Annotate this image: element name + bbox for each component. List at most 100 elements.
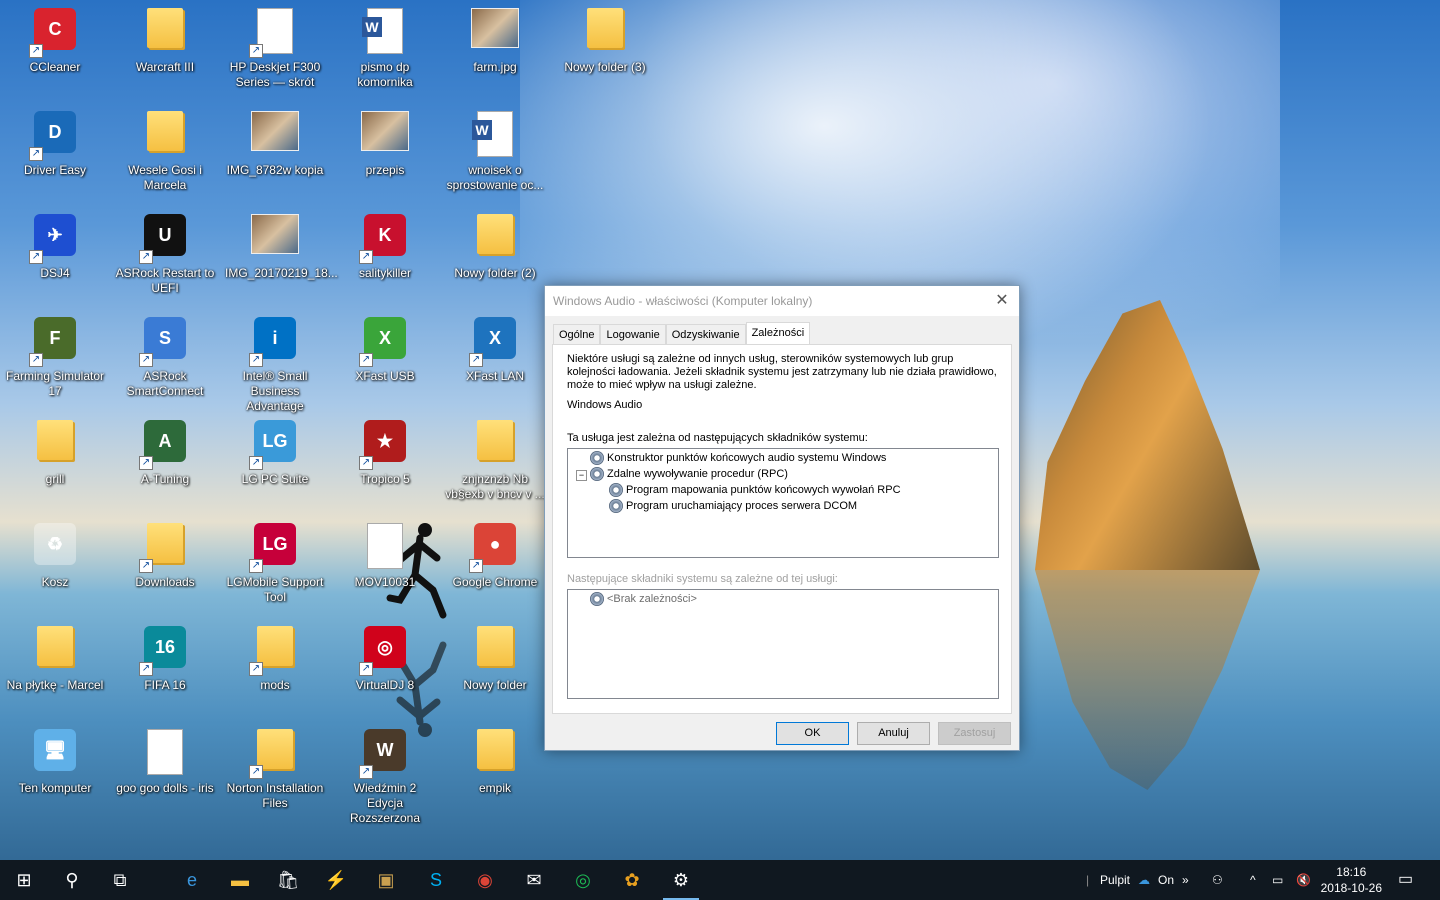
picasa-icon[interactable]: ✿	[608, 860, 656, 900]
desktop-icon[interactable]: K ↗ salitykiller	[333, 208, 437, 304]
game-icon[interactable]: ▣	[362, 860, 410, 900]
desktop-icon[interactable]: ★ ↗ Tropico 5	[333, 414, 437, 510]
depends-on-tree[interactable]: Konstruktor punktów końcowych audio syst…	[567, 448, 999, 558]
word-document-icon-shape	[472, 111, 513, 157]
people-icon[interactable]: ⚇	[1212, 860, 1223, 900]
desktop-icon-label: przepis	[365, 163, 405, 177]
desktop-icon[interactable]: C ↗ CCleaner	[3, 2, 107, 98]
clock[interactable]: 18:16 2018-10-26	[1321, 864, 1382, 896]
desktop-toolbar-label[interactable]: Pulpit	[1100, 860, 1130, 900]
tab-recovery[interactable]: Odzyskiwanie	[665, 324, 746, 345]
desktop-icon[interactable]: X ↗ XFast USB	[333, 311, 437, 407]
desktop-icon[interactable]: IMG_20170219_18...	[223, 208, 338, 304]
desktop-icon[interactable]: Warcraft III	[113, 2, 217, 98]
desktop-icon[interactable]: Na płytkę - Marcel	[3, 620, 107, 716]
desktop-icon[interactable]: 16 ↗ FIFA 16	[113, 620, 217, 716]
shortcut-arrow-icon: ↗	[249, 559, 263, 573]
desktop-icon[interactable]: ↗ Downloads	[113, 517, 217, 613]
desktop-icon[interactable]: pismo dp komornika	[333, 2, 437, 98]
desktop-icon[interactable]: MOV10031	[333, 517, 437, 613]
folder-icon	[141, 111, 189, 159]
desktop-icon-label: mods	[260, 678, 290, 692]
desktop-icon[interactable]: ↗ Norton Installation Files	[223, 723, 327, 819]
action-center-icon[interactable]: ▭	[1398, 860, 1413, 900]
desktop-icon[interactable]: empik	[443, 723, 547, 819]
desktop-icon[interactable]: LG ↗ LG PC Suite	[223, 414, 327, 510]
tree-node[interactable]: <Brak zależności>	[590, 591, 697, 607]
close-icon[interactable]: ✕	[985, 286, 1019, 316]
desktop-icon[interactable]: Nowy folder	[443, 620, 547, 716]
desktop-icon[interactable]: W ↗ Wiedźmin 2 Edycja Rozszerzona	[333, 723, 437, 825]
desktop-icon-label: HP Deskjet F300 Series — skrót	[229, 60, 321, 89]
task-view-icon[interactable]: ⧉	[96, 860, 144, 900]
tree-node[interactable]: Program uruchamiający proces serwera DCO…	[609, 498, 857, 514]
desktop-icon[interactable]: Nowy folder (3)	[553, 2, 657, 98]
desktop-icon[interactable]: U ↗ ASRock Restart to UEFI	[113, 208, 217, 304]
desktop-icon-label: Wiedźmin 2 Edycja Rozszerzona	[349, 781, 421, 825]
chrome-icon[interactable]: ◉	[461, 860, 509, 900]
desktop-icon[interactable]: ✈ ↗ DSJ4	[3, 208, 107, 304]
document-icon	[141, 729, 189, 777]
chevron-right-icon[interactable]: »	[1182, 860, 1189, 900]
tab-logon[interactable]: Logowanie	[600, 324, 666, 345]
desktop-icon[interactable]: i ↗ Intel® Small Business Advantage	[223, 311, 327, 413]
desktop-icon[interactable]: wnoisek o sprostowanie oc...	[443, 105, 547, 201]
chevron-up-icon[interactable]: ^	[1250, 860, 1256, 900]
desktop-icon-label: Tropico 5	[360, 472, 410, 486]
desktop-icon[interactable]: grill	[3, 414, 107, 510]
apply-button[interactable]: Zastosuj	[938, 722, 1011, 745]
edge-icon[interactable]: e	[168, 860, 216, 900]
desktop-icon-label: Downloads	[135, 575, 195, 589]
file-explorer-icon[interactable]: ▬	[216, 860, 264, 900]
spotify-icon[interactable]: ◎	[559, 860, 607, 900]
desktop-icon[interactable]: S ↗ ASRock SmartConnect	[113, 311, 217, 407]
start-icon[interactable]: ⊞	[0, 860, 48, 900]
app-icon: U ↗	[139, 214, 189, 264]
tab-general[interactable]: Ogólne	[553, 324, 601, 345]
settings-icon[interactable]: ⚙	[657, 860, 705, 900]
onedrive-label[interactable]: On	[1158, 860, 1174, 900]
tab-dependencies[interactable]: Zależności	[745, 322, 811, 345]
skype-icon[interactable]: S	[412, 860, 460, 900]
image-file-icon	[251, 111, 299, 159]
onedrive-icon[interactable]: ☁	[1138, 860, 1150, 900]
desktop-icon[interactable]: ◎ ↗ VirtualDJ 8	[333, 620, 437, 716]
mail-icon[interactable]: ✉	[510, 860, 558, 900]
shortcut-arrow-icon: ↗	[139, 456, 153, 470]
desktop-icon[interactable]: Wesele Gosi i Marcela	[113, 105, 217, 201]
desktop-icon-label: Ten komputer	[18, 781, 92, 795]
tree-node[interactable]: Program mapowania punktów końcowych wywo…	[609, 482, 901, 498]
app-icon: K ↗	[359, 214, 409, 264]
desktop-icon[interactable]: D ↗ Driver Easy	[3, 105, 107, 201]
store-icon[interactable]: 🛍	[264, 860, 312, 900]
search-icon[interactable]: ⚲	[48, 860, 96, 900]
tree-node[interactable]: Konstruktor punktów końcowych audio syst…	[590, 450, 886, 466]
cancel-button[interactable]: Anuluj	[857, 722, 930, 745]
dependents-tree[interactable]: <Brak zależności>	[567, 589, 999, 699]
desktop-icon[interactable]: A ↗ A-Tuning	[113, 414, 217, 510]
desktop-icon[interactable]: 🖥 Ten komputer	[3, 723, 107, 819]
desktop-icon[interactable]: ● ↗ Google Chrome	[443, 517, 547, 613]
word-document-icon	[471, 111, 519, 159]
desktop-icon[interactable]: farm.jpg	[443, 2, 547, 98]
desktop-icon[interactable]: ↗ HP Deskjet F300 Series — skrót	[223, 2, 327, 98]
dialog-titlebar[interactable]: Windows Audio - właściwości (Komputer lo…	[545, 286, 1019, 316]
network-icon[interactable]: ▭	[1272, 860, 1283, 900]
desktop-icon-label: FIFA 16	[144, 678, 186, 692]
desktop-icon[interactable]: przepis	[333, 105, 437, 201]
desktop-icon[interactable]: Nowy folder (2)	[443, 208, 547, 304]
desktop-icon[interactable]: ♻ Kosz	[3, 517, 107, 613]
desktop-icon[interactable]: ↗ mods	[223, 620, 327, 716]
desktop-icon[interactable]: X ↗ XFast LAN	[443, 311, 547, 407]
desktop-icon[interactable]: IMG_8782w kopia	[223, 105, 327, 201]
desktop-icon[interactable]: znjnznzb Nb vb§exb v bncv v ...	[443, 414, 547, 510]
desktop-icon[interactable]: F ↗ Farming Simulator 17	[3, 311, 107, 407]
tool-icon[interactable]: ⚡	[312, 860, 360, 900]
volume-muted-icon[interactable]: 🔇	[1296, 860, 1311, 900]
app-icon: W ↗	[359, 729, 409, 779]
ok-button[interactable]: OK	[776, 722, 849, 745]
desktop-icon[interactable]: goo goo dolls - iris	[113, 723, 217, 819]
collapse-icon[interactable]: −	[576, 470, 587, 481]
tree-node[interactable]: Zdalne wywoływanie procedur (RPC)	[590, 466, 788, 482]
desktop-icon[interactable]: LG ↗ LGMobile Support Tool	[223, 517, 327, 613]
